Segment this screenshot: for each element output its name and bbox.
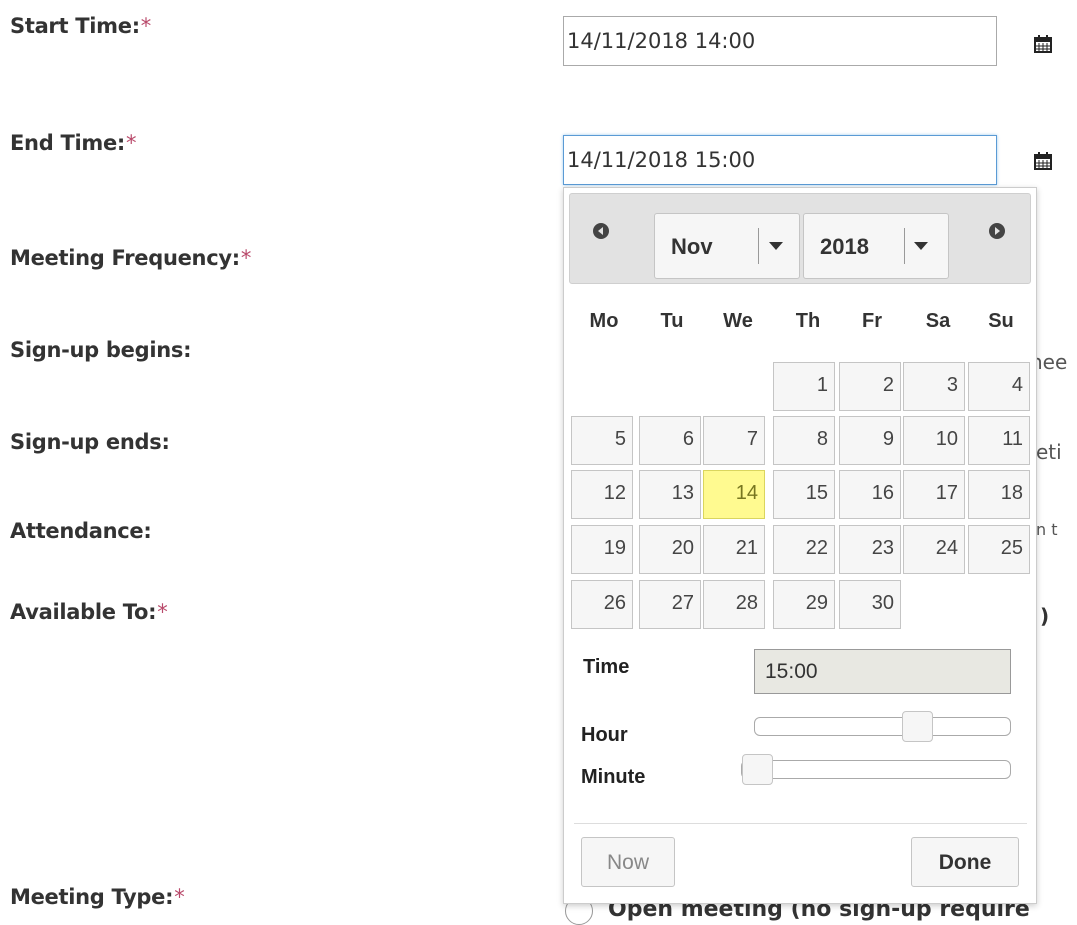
calendar-day[interactable]: 17 [903,470,965,519]
available-to-label: Available To:* [10,600,168,624]
start-time-label: Start Time:* [10,14,151,38]
datepicker-footer-divider [574,823,1027,824]
meeting-frequency-label-text: Meeting Frequency: [10,246,240,270]
weekday-label: Mo [589,310,619,332]
calendar-day[interactable]: 22 [773,525,835,574]
calendar-day[interactable]: 1 [773,362,835,411]
calendar-day[interactable]: 16 [839,470,901,519]
datepicker-header: Nov 2018 [569,193,1031,284]
calendar-day[interactable]: 19 [571,525,633,574]
required-marker: * [174,885,185,909]
hour-label: Hour [581,724,628,746]
year-select-value: 2018 [820,234,869,259]
weekday-label: Sa [925,310,951,332]
calendar-day[interactable]: 10 [903,416,965,465]
calendar-day[interactable]: 6 [639,416,701,465]
calendar-day[interactable]: 18 [968,470,1030,519]
weekday-label: We [723,310,753,332]
year-select[interactable]: 2018 [803,213,949,279]
calendar-day[interactable]: 3 [903,362,965,411]
chevron-down-icon [769,242,783,250]
weekday-label: Tu [660,310,684,332]
calendar-day[interactable]: 11 [968,416,1030,465]
done-button[interactable]: Done [911,837,1019,887]
signup-ends-label: Sign-up ends: [10,430,170,454]
calendar-day[interactable]: 21 [703,525,765,574]
start-time-input[interactable] [563,16,997,66]
start-time-label-text: Start Time: [10,14,140,38]
end-time-input[interactable] [563,135,997,185]
calendar-day[interactable]: 29 [773,580,835,629]
weekday-label: Fr [862,310,882,332]
required-marker: * [125,131,137,155]
hour-slider-handle[interactable] [902,711,933,742]
month-select[interactable]: Nov [654,213,800,279]
meeting-type-label: Meeting Type:* [10,885,185,909]
calendar-day[interactable]: 13 [639,470,701,519]
weekday-label: Th [795,310,821,332]
next-month-icon[interactable] [988,222,1006,240]
hour-slider[interactable] [754,711,1011,742]
available-to-fragment: ) [1040,604,1050,628]
prev-month-icon[interactable] [592,222,610,240]
calendar-day[interactable]: 5 [571,416,633,465]
minute-slider[interactable] [741,754,1011,785]
calendar-day[interactable]: 20 [639,525,701,574]
calendar-day[interactable]: 24 [903,525,965,574]
weekday-label: Su [988,310,1014,332]
datepicker-popup: Nov 2018 Mo Tu We Th Fr Sa Su 1234567891… [563,187,1037,904]
calendar-day[interactable]: 26 [571,580,633,629]
calendar-day[interactable]: 7 [703,416,765,465]
chevron-down-icon [914,242,928,250]
calendar-day[interactable]: 25 [968,525,1030,574]
end-time-label: End Time:* [10,131,136,155]
year-select-separator [904,228,905,264]
now-button[interactable]: Now [581,837,675,887]
month-select-value: Nov [671,234,713,259]
signup-begins-label: Sign-up begins: [10,338,192,362]
required-marker: * [157,600,168,624]
calendar-day[interactable]: 15 [773,470,835,519]
calendar-icon[interactable] [1033,151,1053,171]
meeting-type-label-text: Meeting Type: [10,885,174,909]
attendance-label: Attendance: [10,519,152,543]
calendar-day[interactable]: 2 [839,362,901,411]
calendar-day[interactable]: 8 [773,416,835,465]
attendance-fragment: n t [1036,520,1058,539]
calendar-day[interactable]: 4 [968,362,1030,411]
calendar-day[interactable]: 9 [839,416,901,465]
time-label: Time [583,656,630,678]
calendar-day[interactable]: 23 [839,525,901,574]
calendar-day[interactable]: 27 [639,580,701,629]
calendar-day[interactable]: 12 [571,470,633,519]
required-marker: * [140,14,152,38]
end-time-label-text: End Time: [10,131,125,155]
month-select-separator [758,228,759,264]
calendar-day-selected[interactable]: 14 [703,470,765,519]
calendar-day[interactable]: 30 [839,580,901,629]
calendar-day[interactable]: 28 [703,580,765,629]
signup-ends-fragment: eti [1036,440,1062,464]
available-to-label-text: Available To: [10,600,157,624]
calendar-icon[interactable] [1033,34,1053,54]
required-marker: * [240,246,252,270]
time-display: 15:00 [754,649,1011,694]
minute-slider-handle[interactable] [742,754,773,785]
minute-label: Minute [581,766,646,788]
meeting-frequency-label: Meeting Frequency:* [10,246,251,270]
